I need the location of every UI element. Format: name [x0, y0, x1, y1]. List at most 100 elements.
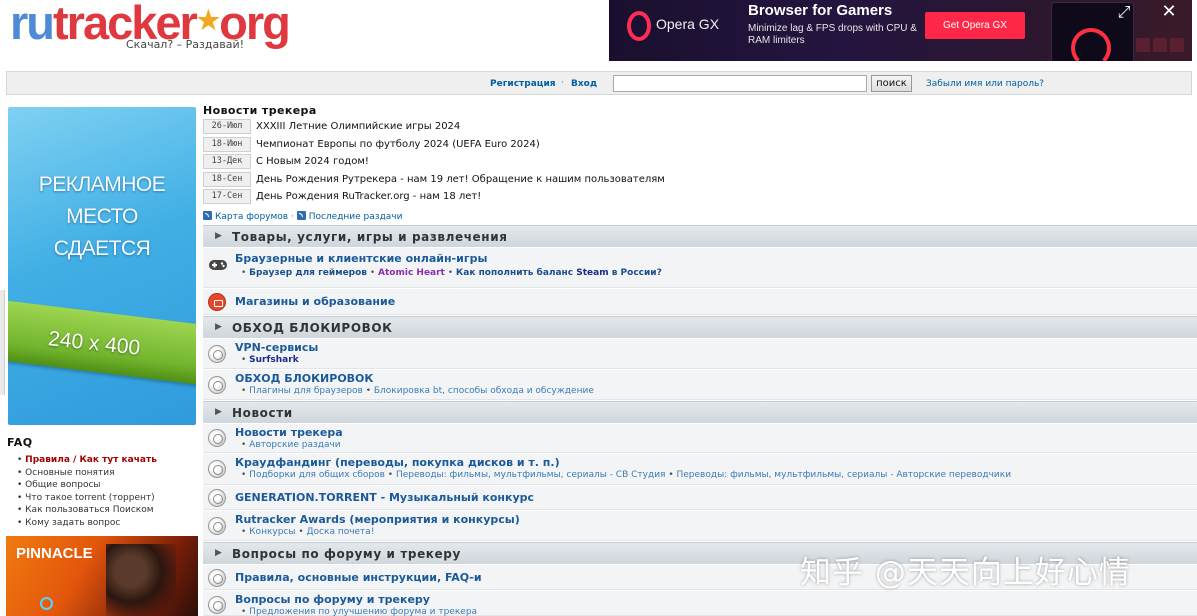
- category-title[interactable]: Новости: [232, 406, 293, 420]
- subforum-link[interactable]: Переводы: фильмы, мультфильмы, сериалы -…: [396, 470, 666, 480]
- forum-subforums: • Подборки для общих сборов • Переводы: …: [241, 470, 1011, 480]
- bullet: •: [241, 355, 250, 365]
- close-icon[interactable]: ✕: [1154, 0, 1184, 24]
- news-date: 26-Июл: [203, 119, 251, 134]
- ad-space-line3: СДАЕТСЯ: [53, 237, 151, 260]
- forum-row-shops: Магазины и образование: [203, 289, 1197, 315]
- zhihu-watermark: 知乎 @天天向上好心情: [800, 555, 1131, 591]
- category-title[interactable]: Вопросы по форуму и трекеру: [232, 547, 461, 561]
- faq-list: Правила / Как тут качать Основные поняти…: [17, 454, 157, 530]
- ad-space-banner[interactable]: РЕКЛАМНОЕ МЕСТО СДАЕТСЯ 240 x 400: [8, 107, 196, 425]
- forum-map-link[interactable]: Карта форумов: [215, 212, 288, 222]
- subforum-link[interactable]: Блокировка bt, способы обхода и обсужден…: [374, 386, 594, 396]
- subforum-link-tail[interactable]: в России?: [609, 268, 662, 278]
- subforum-link[interactable]: Доска почета!: [307, 527, 375, 537]
- pinnacle-player-image: [106, 544, 176, 616]
- forum-subforums: • Surfshark: [241, 355, 299, 365]
- forum-link[interactable]: Магазины и образование: [235, 295, 395, 308]
- opera-gx-ad[interactable]: Opera GX Browser for Gamers Minimize lag…: [609, 0, 1192, 61]
- bullet: •: [665, 470, 677, 480]
- pinnacle-brand: PINNACLE: [16, 545, 93, 562]
- ad-cta-button[interactable]: Get Opera GX: [925, 12, 1025, 39]
- subforum-link[interactable]: Авторские раздачи: [249, 440, 340, 450]
- ad-tiles-image: [1136, 38, 1186, 52]
- forgot-password-link[interactable]: Забыли имя или пароль?: [926, 79, 1044, 89]
- forum-row-crowdfunding: Краудфандинг (переводы, покупка дисков и…: [203, 454, 1197, 485]
- news-text[interactable]: Чемпионат Европы по футболу 2024 (UEFA E…: [256, 139, 540, 150]
- pinnacle-ring-icon: [40, 597, 53, 610]
- subforum-link[interactable]: Как пополнить баланс: [456, 268, 576, 278]
- category-title[interactable]: ОБХОД БЛОКИРОВОК: [232, 321, 393, 335]
- forum-status-icon: [208, 569, 226, 587]
- pinnacle-ad[interactable]: PINNACLE: [6, 536, 198, 616]
- forum-link[interactable]: ОБХОД БЛОКИРОВОК: [235, 372, 373, 385]
- collapse-arrow-icon[interactable]: ▶: [215, 322, 222, 332]
- faq-howto-link[interactable]: Как тут качать: [79, 455, 156, 465]
- bullet: •: [241, 440, 250, 450]
- faq-item[interactable]: Кому задать вопрос: [17, 517, 157, 530]
- news-sub-links: Карта форумов · Последние раздачи: [203, 211, 402, 222]
- faq-rules-link[interactable]: Правила: [25, 455, 70, 465]
- faq-item-rules[interactable]: Правила / Как тут качать: [17, 454, 157, 467]
- category-header-news[interactable]: ▶ Новости: [203, 401, 1197, 423]
- subforum-link[interactable]: Предложения по улучшению форума и трекер…: [249, 607, 477, 616]
- forum-link[interactable]: Новости трекера: [235, 426, 343, 439]
- cart-icon: [208, 293, 226, 311]
- subforum-link[interactable]: Atomic Heart: [378, 268, 445, 278]
- news-date: 18-Июн: [203, 137, 251, 152]
- faq-item[interactable]: Как пользоваться Поиском: [17, 504, 157, 517]
- news-date: 18-Сен: [203, 172, 251, 187]
- latest-releases-link[interactable]: Последние раздачи: [309, 212, 403, 222]
- forum-link[interactable]: GENERATION.TORRENT - Музыкальный конкурс: [235, 491, 534, 504]
- news-date: 17-Сен: [203, 189, 251, 204]
- logo-tagline: Скачал? – Раздавай!: [126, 38, 245, 51]
- collapse-arrow-icon[interactable]: ▶: [215, 548, 222, 558]
- forum-status-icon: [208, 596, 226, 614]
- forum-status-icon: [208, 429, 226, 447]
- category-title[interactable]: Товары, услуги, игры и развлечения: [232, 230, 508, 244]
- forum-row-tracker-news: Новости трекера • Авторские раздачи: [203, 424, 1197, 453]
- login-link[interactable]: Вход: [571, 79, 597, 89]
- subforum-link-steam[interactable]: Steam: [576, 268, 608, 278]
- search-input[interactable]: [613, 75, 867, 92]
- news-text[interactable]: С Новым 2024 годом!: [256, 156, 369, 167]
- ad-description: Minimize lag & FPS drops with CPU & RAM …: [748, 23, 917, 46]
- bullet: •: [241, 607, 250, 616]
- side-panel-handle[interactable]: [0, 290, 5, 395]
- ad-gauge-icon: [1071, 28, 1111, 61]
- subforum-link[interactable]: Браузер для геймеров: [249, 268, 367, 278]
- site-logo[interactable]: rutracker★org Скачал? – Раздавай!: [8, 0, 291, 60]
- news-date: 13-Дек: [203, 154, 251, 169]
- subforum-link[interactable]: Конкурсы: [249, 527, 295, 537]
- forum-link[interactable]: Браузерные и клиентские онлайн-игры: [235, 252, 487, 265]
- news-text[interactable]: XXXIII Летние Олимпийские игры 2024: [256, 121, 460, 132]
- forum-link[interactable]: Краудфандинг (переводы, покупка дисков и…: [235, 456, 560, 469]
- forum-link[interactable]: VPN-сервисы: [235, 341, 318, 354]
- subforum-link[interactable]: Переводы: фильмы, мультфильмы, сериалы -…: [677, 470, 1012, 480]
- expand-icon[interactable]: ⤢: [1109, 0, 1139, 24]
- faq-item[interactable]: Основные понятия: [17, 467, 157, 480]
- subforum-link[interactable]: Подборки для общих сборов: [249, 470, 385, 480]
- faq-item[interactable]: Что такое torrent (торрент): [17, 492, 157, 505]
- category-header-bypass[interactable]: ▶ ОБХОД БЛОКИРОВОК: [203, 316, 1197, 338]
- news-text[interactable]: День Рождения RuTracker.org - нам 18 лет…: [256, 191, 481, 202]
- collapse-arrow-icon[interactable]: ▶: [215, 231, 222, 241]
- collapse-arrow-icon[interactable]: ▶: [215, 407, 222, 417]
- ad-space-line2: МЕСТО: [66, 205, 138, 228]
- category-header-goods[interactable]: ▶ Товары, услуги, игры и развлечения: [203, 225, 1197, 247]
- forum-link[interactable]: Вопросы по форуму и трекеру: [235, 593, 430, 606]
- ad-space-line1: РЕКЛАМНОЕ: [38, 173, 166, 196]
- bullet: •: [241, 470, 250, 480]
- news-text[interactable]: День Рождения Рутрекера - нам 19 лет! Об…: [256, 174, 665, 185]
- subforum-link[interactable]: Surfshark: [249, 355, 299, 365]
- forum-link[interactable]: Правила, основные инструкции, FAQ-и: [235, 571, 482, 584]
- rss-icon: [296, 211, 306, 220]
- search-button[interactable]: поиск: [871, 75, 912, 92]
- rss-icon: [203, 211, 212, 220]
- faq-item[interactable]: Общие вопросы: [17, 479, 157, 492]
- forum-link[interactable]: Rutracker Awards (мероприятия и конкурсы…: [235, 513, 520, 526]
- subforum-link[interactable]: Плагины для браузеров: [249, 386, 363, 396]
- register-link[interactable]: Регистрация: [490, 79, 556, 89]
- bullet: •: [241, 268, 250, 278]
- forum-status-icon: [208, 489, 226, 507]
